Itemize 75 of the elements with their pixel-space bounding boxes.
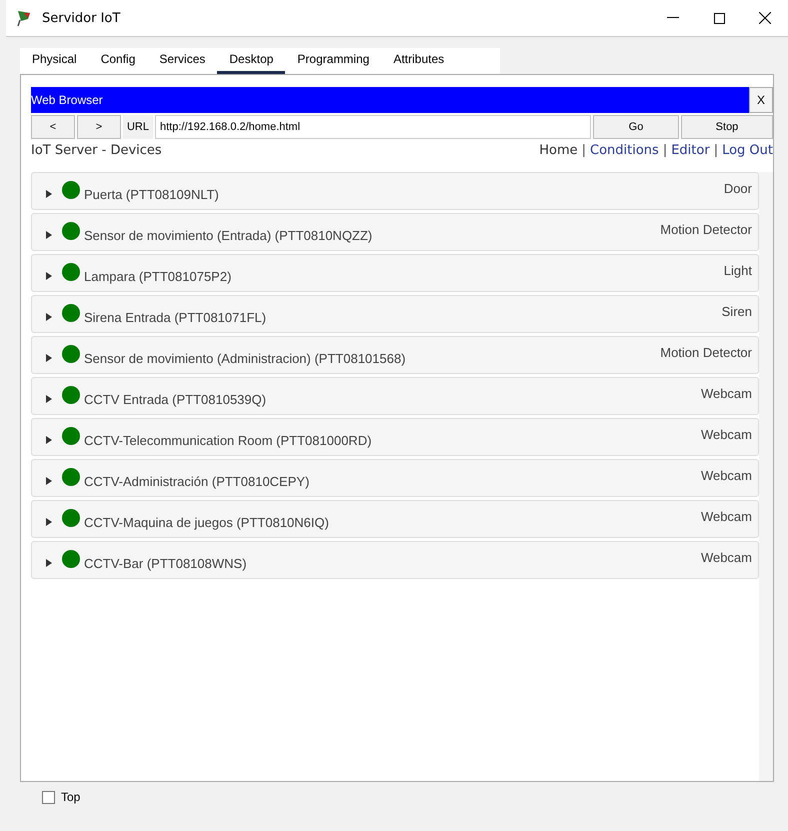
page-heading: IoT Server - Devices (31, 143, 162, 158)
go-button[interactable]: Go (593, 115, 679, 139)
device-type: Motion Detector (660, 345, 752, 360)
caret-icon[interactable] (46, 436, 52, 444)
device-type: Webcam (700, 509, 752, 524)
device-name: Puerta (PTT08109NLT) (84, 186, 219, 202)
device-row[interactable]: CCTV-Bar (PTT08108WNS) Webcam (31, 541, 759, 579)
device-type: Webcam (700, 468, 752, 483)
checkbox-label: Top (61, 790, 80, 804)
window-title: Servidor IoT (42, 10, 122, 26)
nav-link[interactable]: Conditions (590, 143, 659, 158)
nav-link[interactable]: Editor (671, 143, 710, 158)
device-row[interactable]: CCTV-Telecommunication Room (PTT081000RD) Webcam (31, 418, 759, 456)
status-dot (62, 468, 80, 486)
browser-title: Web Browser (31, 93, 104, 107)
url-label: URL (123, 115, 153, 139)
close-button[interactable]: X (749, 87, 773, 113)
back-button[interactable]: < (31, 115, 75, 139)
device-name: CCTV-Maquina de juegos (PTT0810N6IQ) (84, 514, 329, 530)
caret-icon[interactable] (46, 272, 52, 280)
status-dot (62, 345, 80, 363)
separator: | (714, 143, 718, 158)
device-name: CCTV-Telecommunication Room (PTT081000RD) (84, 432, 372, 448)
caret-icon[interactable] (46, 354, 52, 362)
status-dot (62, 222, 80, 240)
device-name: Sensor de movimiento (Administracion) (PTT08101568) (84, 350, 406, 366)
nav-link[interactable]: Home (539, 143, 578, 158)
device-row[interactable]: Lampara (PTT081075P2) Light (31, 254, 759, 292)
device-row[interactable]: CCTV Entrada (PTT0810539Q) Webcam (31, 377, 759, 415)
device-type: Webcam (700, 386, 752, 401)
nav-link[interactable]: Log Out (722, 143, 773, 158)
device-type: Webcam (700, 427, 752, 442)
status-dot (62, 304, 80, 322)
caret-icon[interactable] (46, 313, 52, 321)
device-type: Webcam (700, 550, 752, 565)
device-name: CCTV-Administración (PTT0810CEPY) (84, 474, 310, 488)
device-row[interactable]: Puerta (PTT08109NLT) Door (31, 172, 759, 210)
tab[interactable]: Physical (20, 48, 89, 74)
device-type: Light (724, 263, 752, 278)
caret-icon[interactable] (46, 477, 52, 485)
separator: | (662, 143, 668, 158)
status-dot (62, 386, 80, 404)
caret-icon[interactable] (46, 518, 52, 526)
device-row[interactable]: Sirena Entrada (PTT081071FL) Siren (31, 295, 759, 333)
device-row[interactable]: Sensor de movimiento (Administracion) (PTT08101568) Motion Detector (31, 336, 759, 374)
device-row[interactable]: CCTV-Maquina de juegos (PTT0810N6IQ) Webcam (31, 500, 759, 538)
tab[interactable]: Programming (285, 48, 382, 74)
caret-icon[interactable] (46, 395, 52, 403)
status-dot (62, 427, 80, 445)
status-dot (62, 550, 80, 568)
tab[interactable]: Attributes (381, 48, 456, 74)
device-row[interactable]: Sensor de movimiento (Entrada) (PTT0810NQZZ) Motion Detector (31, 213, 759, 251)
status-dot (62, 509, 80, 527)
status-dot (62, 181, 80, 199)
caret-icon[interactable] (46, 231, 52, 239)
device-name: Lampara (PTT081075P2) (84, 268, 232, 284)
tab[interactable]: Services (147, 48, 218, 74)
checkbox[interactable] (42, 790, 55, 804)
status-dot (62, 263, 80, 281)
device-name: Sirena Entrada (PTT081071FL) (84, 310, 266, 324)
forward-button[interactable]: > (77, 115, 121, 139)
tab[interactable]: Config (88, 48, 148, 74)
device-type: Door (724, 181, 752, 196)
device-type: Motion Detector (660, 222, 752, 237)
caret-icon[interactable] (46, 190, 52, 198)
scrollbar[interactable] (759, 172, 773, 781)
device-type: Siren (722, 304, 752, 319)
stop-button[interactable]: Stop (681, 115, 773, 139)
device-name: CCTV Entrada (PTT0810539Q) (84, 392, 266, 406)
device-name: Sensor de movimiento (Entrada) (PTT0810NQZZ) (84, 228, 372, 242)
device-row[interactable]: CCTV-Administración (PTT0810CEPY) Webcam (31, 459, 759, 497)
caret-icon[interactable] (46, 559, 52, 567)
device-name: CCTV-Bar (PTT08108WNS) (84, 556, 247, 570)
separator: | (582, 143, 586, 158)
url-field[interactable]: http://192.168.0.2/home.html (155, 115, 591, 139)
